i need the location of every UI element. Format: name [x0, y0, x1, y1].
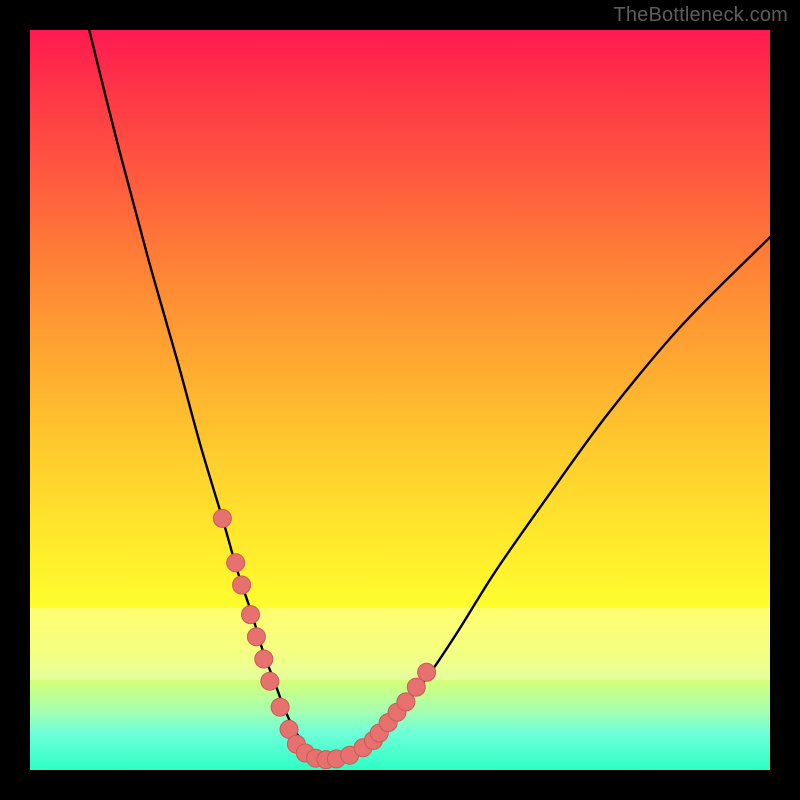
plot-area: [30, 30, 770, 770]
watermark-text: TheBottleneck.com: [613, 4, 788, 27]
chart-container: TheBottleneck.com: [0, 0, 800, 800]
